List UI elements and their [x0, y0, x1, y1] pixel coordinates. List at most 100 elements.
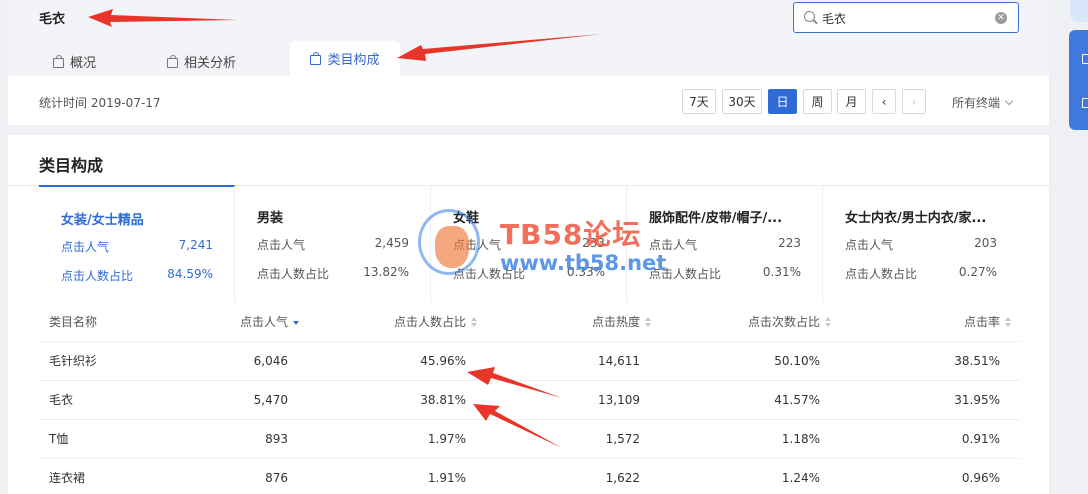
- watermark-logo-icon: [418, 209, 480, 275]
- tab-category-composition[interactable]: 类目构成: [290, 41, 400, 76]
- cell-click-rate: 31.95%: [954, 393, 1000, 407]
- watermark-url: www.tb58.net: [500, 251, 667, 275]
- column-header-click-count-share[interactable]: 点击次数占比: [748, 303, 832, 342]
- header-bar: 毛衣 ✕ 概况 相关分析 类目构成: [8, 0, 1049, 76]
- column-header-click-heat[interactable]: 点击热度: [592, 303, 652, 342]
- column-header-label: 点击次数占比: [747, 315, 820, 329]
- tab-overview[interactable]: 概况: [53, 47, 96, 76]
- column-header-click-popularity[interactable]: 点击人气: [240, 303, 300, 342]
- card-metric-row: 点击人数占比 84.59%: [61, 267, 213, 284]
- cell-click-rate: 0.91%: [961, 432, 1000, 446]
- cell-click-heat: 13,109: [598, 393, 640, 407]
- card-metric-row: 点击人气 7,241: [61, 238, 213, 255]
- metric-label: 点击人数占比: [845, 267, 918, 281]
- cell-click-popularity: 893: [265, 432, 288, 446]
- cell-click-user-share: 45.96%: [420, 354, 466, 368]
- cell-category: 毛针织衫: [49, 354, 98, 368]
- category-card[interactable]: 女装/女士精品 点击人气 7,241 点击人数占比 84.59%: [39, 185, 235, 303]
- terminal-select[interactable]: 所有终端: [952, 94, 1014, 111]
- cell-click-heat: 1,572: [605, 432, 640, 446]
- section-title: 类目构成: [39, 156, 104, 175]
- chevron-right-icon: ›: [911, 94, 917, 109]
- range-month-button[interactable]: 月: [837, 89, 866, 114]
- tab-label: 类目构成: [327, 53, 380, 68]
- column-header-click-user-share[interactable]: 点击人数占比: [394, 303, 478, 342]
- metric-value: 0.31%: [762, 265, 801, 279]
- cell-click-user-share: 1.91%: [427, 471, 466, 485]
- card-metric-row: 点击人数占比 13.82%: [257, 265, 409, 282]
- card-metric-row: 点击人气 2,459: [257, 236, 409, 253]
- metric-label: 点击人气: [257, 238, 306, 252]
- tab-related-analysis[interactable]: 相关分析: [167, 47, 236, 76]
- search-box[interactable]: ✕: [793, 2, 1019, 33]
- cell-click-count-share: 1.18%: [781, 432, 820, 446]
- cell-click-rate: 0.96%: [961, 471, 1000, 485]
- cell-click-user-share: 1.97%: [427, 432, 466, 446]
- chevron-left-icon: ‹: [881, 94, 887, 109]
- metric-value: 223: [778, 236, 801, 250]
- side-avatar-edge: [1070, 0, 1088, 22]
- metric-value: 0.27%: [958, 265, 997, 279]
- shopping-bag-icon: [167, 54, 178, 68]
- tab-label: 相关分析: [184, 56, 237, 71]
- cell-click-count-share: 1.24%: [781, 471, 820, 485]
- table-row[interactable]: 连衣裙 876 1.91% 1,622 1.24% 0.96%: [39, 459, 1020, 494]
- card-name: 女士内衣/男士内衣/家...: [845, 211, 987, 226]
- metric-value: 13.82%: [363, 265, 409, 279]
- range-day-button[interactable]: 日: [768, 89, 797, 114]
- range-30d-button[interactable]: 30天: [722, 89, 762, 114]
- side-tool-icon[interactable]: [1082, 54, 1088, 64]
- shopping-bag-icon: [310, 51, 322, 65]
- metric-value: 7,241: [178, 238, 213, 252]
- search-input[interactable]: [822, 8, 982, 28]
- column-header-label: 点击热度: [591, 315, 640, 329]
- sort-desc-icon[interactable]: [293, 317, 300, 327]
- prev-date-button[interactable]: ‹: [872, 89, 896, 114]
- metric-label: 点击人气: [845, 238, 894, 252]
- cell-click-heat: 1,622: [605, 471, 640, 485]
- cell-category: T恤: [49, 432, 69, 446]
- cell-click-rate: 38.51%: [954, 354, 1000, 368]
- table-header: 类目名称 点击人气 点击人数占比 点击热度 点击次数占比 点击率: [39, 303, 1020, 342]
- clear-icon[interactable]: ✕: [995, 12, 1007, 24]
- metric-label: 点击人数占比: [61, 269, 134, 283]
- sort-icon[interactable]: [825, 317, 832, 327]
- category-card[interactable]: 女士内衣/男士内衣/家... 点击人气 203 点击人数占比 0.27%: [823, 185, 1019, 303]
- range-7d-button[interactable]: 7天: [682, 89, 716, 114]
- cell-click-popularity: 5,470: [253, 393, 288, 407]
- category-card[interactable]: 男装 点击人气 2,459 点击人数占比 13.82%: [235, 185, 431, 303]
- sort-icon[interactable]: [645, 317, 652, 327]
- page-title: 毛衣: [39, 12, 66, 27]
- cell-click-heat: 14,611: [598, 354, 640, 368]
- cell-click-popularity: 6,046: [253, 354, 288, 368]
- search-icon: [804, 11, 815, 22]
- sort-icon[interactable]: [471, 317, 478, 327]
- side-toolbar[interactable]: [1069, 30, 1088, 130]
- column-header-category: 类目名称: [49, 315, 98, 329]
- side-tool-icon[interactable]: [1082, 98, 1088, 108]
- metric-value: 84.59%: [167, 267, 213, 281]
- metric-value: 2,459: [374, 236, 409, 250]
- column-header-click-rate[interactable]: 点击率: [964, 303, 1012, 342]
- cell-click-popularity: 876: [265, 471, 288, 485]
- card-name: 男装: [257, 211, 284, 226]
- next-date-button[interactable]: ›: [902, 89, 926, 114]
- sort-icon[interactable]: [1005, 317, 1012, 327]
- metric-label: 点击人气: [61, 240, 110, 254]
- terminal-select-label: 所有终端: [952, 96, 1001, 110]
- cell-category: 连衣裙: [49, 471, 86, 485]
- table-row[interactable]: 毛衣 5,470 38.81% 13,109 41.57% 31.95%: [39, 381, 1020, 420]
- tab-label: 概况: [70, 56, 97, 71]
- column-header-label: 点击人气: [239, 315, 288, 329]
- chevron-down-icon: [1004, 96, 1014, 106]
- table-row[interactable]: T恤 893 1.97% 1,572 1.18% 0.91%: [39, 420, 1020, 459]
- watermark: TB58论坛 www.tb58.net: [418, 207, 678, 287]
- header-panel: 毛衣 ✕ 概况 相关分析 类目构成 统计时间 2019-07-17 7天 30天…: [8, 0, 1049, 125]
- table-row[interactable]: 毛针织衫 6,046 45.96% 14,611 50.10% 38.51%: [39, 342, 1020, 381]
- column-header-label: 点击人数占比: [393, 315, 466, 329]
- category-table: 类目名称 点击人气 点击人数占比 点击热度 点击次数占比 点击率 毛针织衫 6,…: [39, 303, 1020, 494]
- cell-click-count-share: 50.10%: [774, 354, 820, 368]
- range-week-button[interactable]: 周: [803, 89, 832, 114]
- stat-date: 统计时间 2019-07-17: [39, 96, 161, 110]
- metric-label: 点击人数占比: [257, 267, 330, 281]
